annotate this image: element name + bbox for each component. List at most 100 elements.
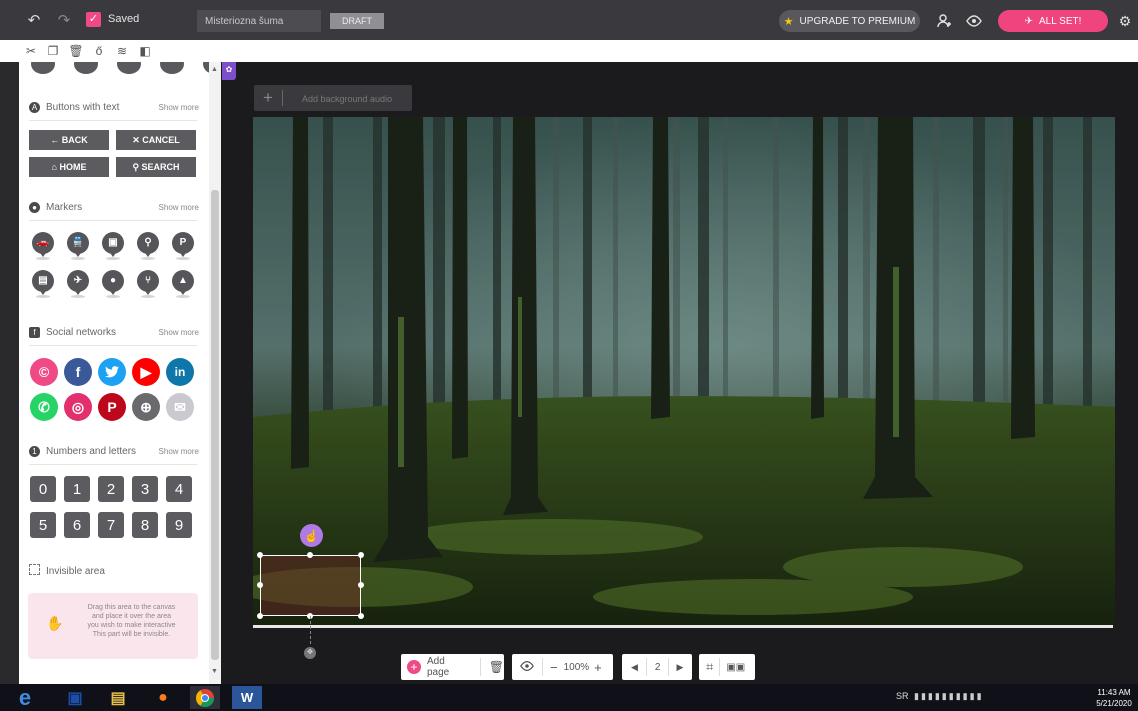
redo-icon[interactable]: ↷ [52,8,76,32]
layers-icon[interactable]: ≋ [113,42,131,60]
section-title: Invisible area [46,566,105,577]
language-indicator[interactable]: SR [896,691,909,701]
email-icon[interactable]: ✉ [166,393,194,421]
preview-eye-icon[interactable] [520,660,534,675]
circle-icon[interactable] [117,62,141,74]
number-tile-3[interactable]: 3 [132,476,158,502]
resize-handle[interactable] [358,582,364,588]
globe-icon[interactable]: ⊕ [132,393,160,421]
sidebar-scroll-thumb[interactable] [211,190,219,660]
number-one-icon: 1 [29,446,40,457]
show-more-link[interactable]: Show more [159,447,199,456]
editor-canvas[interactable] [253,117,1115,627]
add-background-audio-button[interactable]: + Add background audio [254,85,412,111]
add-page-label[interactable]: Add page [427,656,470,678]
upgrade-button[interactable]: ★ UPGRADE TO PREMIUM [779,10,920,32]
system-tray-icons[interactable]: ▮▮▮▮▮▮▮▮▮▮ [914,691,984,702]
move-handle-icon[interactable]: ✥ [304,647,316,659]
resize-handle[interactable] [257,613,263,619]
search-button-template[interactable]: ⚲ SEARCH [116,157,196,177]
whatsapp-icon[interactable]: ✆ [30,393,58,421]
linkedin-icon[interactable]: in [166,358,194,386]
edit-tool-row: ✂ ❐ 🗑 ő ≋ ◧ [0,40,1138,62]
interaction-hand-icon[interactable]: ☝ [300,524,323,547]
number-tile-7[interactable]: 7 [98,512,124,538]
bell-marker-icon[interactable]: ▲ [172,270,194,298]
zoom-in-icon[interactable]: + [594,660,602,675]
sidebar-toggle-tab[interactable]: ✿ [222,62,236,80]
page-controls: + Add page 🗑 [401,654,504,680]
circle-icon[interactable] [74,62,98,74]
add-page-plus-icon[interactable]: + [407,660,421,674]
number-tile-0[interactable]: 0 [30,476,56,502]
add-user-icon[interactable] [933,10,955,32]
bike-marker-icon[interactable]: ⚲ [137,232,159,260]
scroll-up-arrow-icon[interactable]: ▲ [211,66,218,73]
resize-handle[interactable] [257,582,263,588]
restaurant-marker-icon[interactable]: ⑂ [137,270,159,298]
resize-handle[interactable] [257,552,263,558]
copy-icon[interactable]: ❐ [44,42,62,60]
prev-page-icon[interactable]: ◀ [631,662,638,673]
letter-a-icon: A [29,102,40,113]
number-tile-1[interactable]: 1 [64,476,90,502]
upgrade-label: UPGRADE TO PREMIUM [799,15,916,27]
word-icon[interactable]: W [232,686,262,709]
instagram-icon[interactable]: ◎ [64,393,92,421]
firefox-icon[interactable]: ● [148,686,178,709]
next-page-icon[interactable]: ▶ [676,662,683,673]
circle-icon[interactable] [31,62,55,74]
grid-view-icon[interactable]: ▣▣ [726,662,745,673]
home-button-template[interactable]: ⌂ HOME [29,157,109,177]
tram-marker-icon[interactable]: ▣ [102,232,124,260]
plane-marker-icon[interactable]: ✈ [67,270,89,298]
taskbar-clock[interactable]: 11:43 AM 5/21/2020 [1092,687,1136,709]
chrome-icon[interactable] [190,686,220,709]
resize-handle[interactable] [358,552,364,558]
save-floppy-icon[interactable]: ▣ [60,686,90,709]
saved-check-icon: ✓ [86,12,101,27]
number-tile-9[interactable]: 9 [166,512,192,538]
number-tile-8[interactable]: 8 [132,512,158,538]
twitter-icon[interactable] [98,358,126,386]
crop-frame-icon[interactable]: ⌗ [706,659,713,675]
pinterest-icon[interactable]: P [98,393,126,421]
cut-icon[interactable]: ✂ [22,42,40,60]
resize-handle[interactable] [358,613,364,619]
scroll-down-arrow-icon[interactable]: ▼ [211,668,218,675]
internet-explorer-icon[interactable]: e [10,685,40,710]
bus-marker-icon[interactable]: ▤ [32,270,54,298]
show-more-link[interactable]: Show more [159,203,199,212]
frame-icon[interactable]: ◧ [136,42,154,60]
number-tile-4[interactable]: 4 [166,476,192,502]
all-set-button[interactable]: ✈ ALL SET! [998,10,1108,32]
undo-icon[interactable]: ↶ [22,8,46,32]
shopping-marker-icon[interactable]: ● [102,270,124,298]
youtube-icon[interactable]: ▶ [132,358,160,386]
zoom-out-icon[interactable]: − [550,660,558,675]
settings-gear-icon[interactable]: ⚙ [1114,10,1136,32]
facebook-icon[interactable]: f [64,358,92,386]
number-tile-6[interactable]: 6 [64,512,90,538]
invisible-area-selection[interactable] [260,555,361,616]
resize-handle[interactable] [307,552,313,558]
cancel-button-template[interactable]: ✕ CANCEL [116,130,196,150]
copyright-social-icon[interactable]: © [30,358,58,386]
show-more-link[interactable]: Show more [159,328,199,337]
delete-page-icon[interactable]: 🗑 [489,660,504,674]
car-marker-icon[interactable]: 🚗 [32,232,54,260]
number-tile-2[interactable]: 2 [98,476,124,502]
delete-icon[interactable]: 🗑 [67,42,85,60]
back-button-template[interactable]: ← BACK [29,130,109,150]
invisible-area-draggable[interactable]: ✋ Drag this area to the canvas and place… [28,593,198,659]
train-marker-icon[interactable]: 🚆 [67,232,89,260]
number-tile-5[interactable]: 5 [30,512,56,538]
parking-marker-icon[interactable]: P [172,232,194,260]
show-more-link[interactable]: Show more [159,103,199,112]
project-title-input[interactable] [197,10,321,32]
circle-icon[interactable] [160,62,184,74]
star-icon: ★ [783,15,794,28]
clear-format-icon[interactable]: ő [90,42,108,60]
file-explorer-icon[interactable]: ▤ [103,686,133,709]
preview-eye-icon[interactable] [963,10,985,32]
